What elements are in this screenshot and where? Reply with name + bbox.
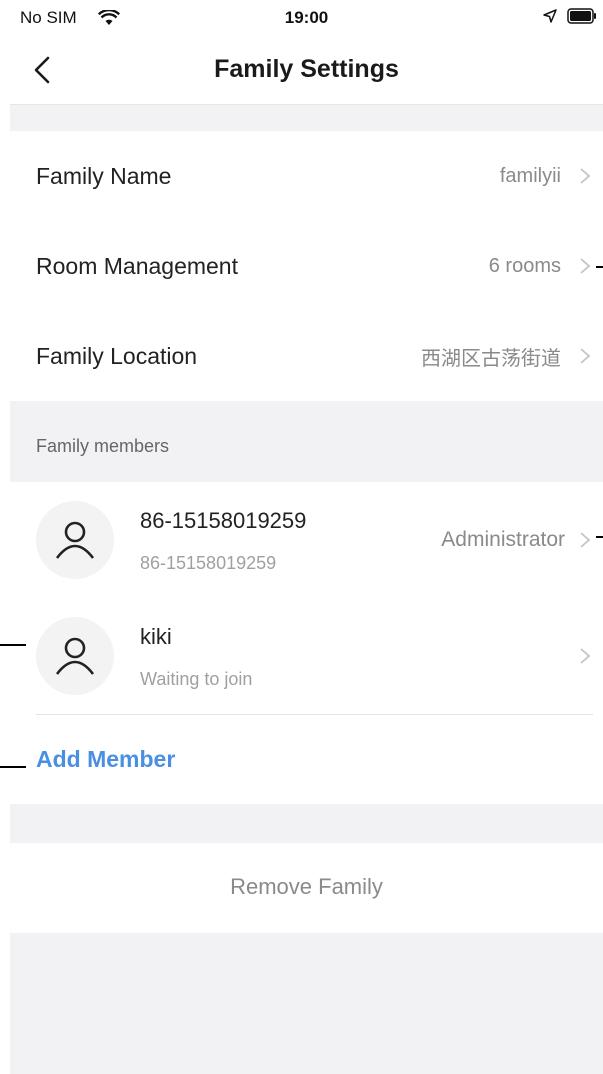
battery-icon: [567, 8, 596, 24]
status-indicators: [543, 8, 597, 24]
row-value: 6 rooms: [488, 254, 561, 277]
section-label-family-members: Family members: [36, 436, 170, 456]
user-icon: [55, 521, 95, 559]
page-title: Family Settings: [214, 55, 399, 83]
phone-screen: No SIM 19:00 Family Settings Family Name…: [10, 0, 603, 1074]
divider: [36, 714, 593, 715]
avatar: [36, 501, 114, 579]
member-name: kiki: [140, 624, 172, 649]
chevron-right-icon: [580, 532, 591, 548]
avatar: [36, 617, 114, 695]
room-management-row[interactable]: Room Management 6 rooms: [10, 221, 603, 311]
row-label: Family Location: [36, 342, 198, 369]
chevron-right-icon: [580, 168, 591, 184]
annotation-line: [596, 536, 603, 538]
row-label: Room Management: [36, 252, 238, 279]
family-name-row[interactable]: Family Name familyii: [10, 131, 603, 221]
remove-family-button[interactable]: Remove Family: [10, 874, 603, 900]
row-value: familyii: [499, 164, 561, 187]
add-member-button[interactable]: Add Member: [36, 746, 175, 773]
member-row[interactable]: 86-15158019259 86-15158019259 Administra…: [10, 482, 603, 598]
member-name: 86-15158019259: [140, 508, 307, 533]
member-role: Administrator: [441, 528, 565, 551]
row-value: 西湖区古荡街道: [421, 347, 561, 370]
annotation-line: [0, 766, 26, 768]
family-location-row[interactable]: Family Location 西湖区古荡街道: [10, 311, 603, 401]
location-arrow-icon: [543, 9, 557, 23]
settings-group: Family Name familyii Room Management 6 r…: [10, 131, 603, 401]
chevron-right-icon: [580, 258, 591, 274]
annotation-line: [0, 644, 26, 646]
status-time: 19:00: [284, 8, 329, 27]
member-status: Waiting to join: [140, 669, 253, 689]
top-bar: No SIM 19:00 Family Settings: [10, 0, 603, 105]
chevron-right-icon: [580, 348, 591, 364]
row-label: Family Name: [36, 162, 172, 189]
member-row[interactable]: kiki Waiting to join: [10, 598, 603, 714]
chevron-right-icon: [580, 648, 591, 664]
annotation-line: [596, 266, 603, 268]
user-icon: [55, 637, 95, 675]
member-phone: 86-15158019259: [140, 553, 277, 573]
